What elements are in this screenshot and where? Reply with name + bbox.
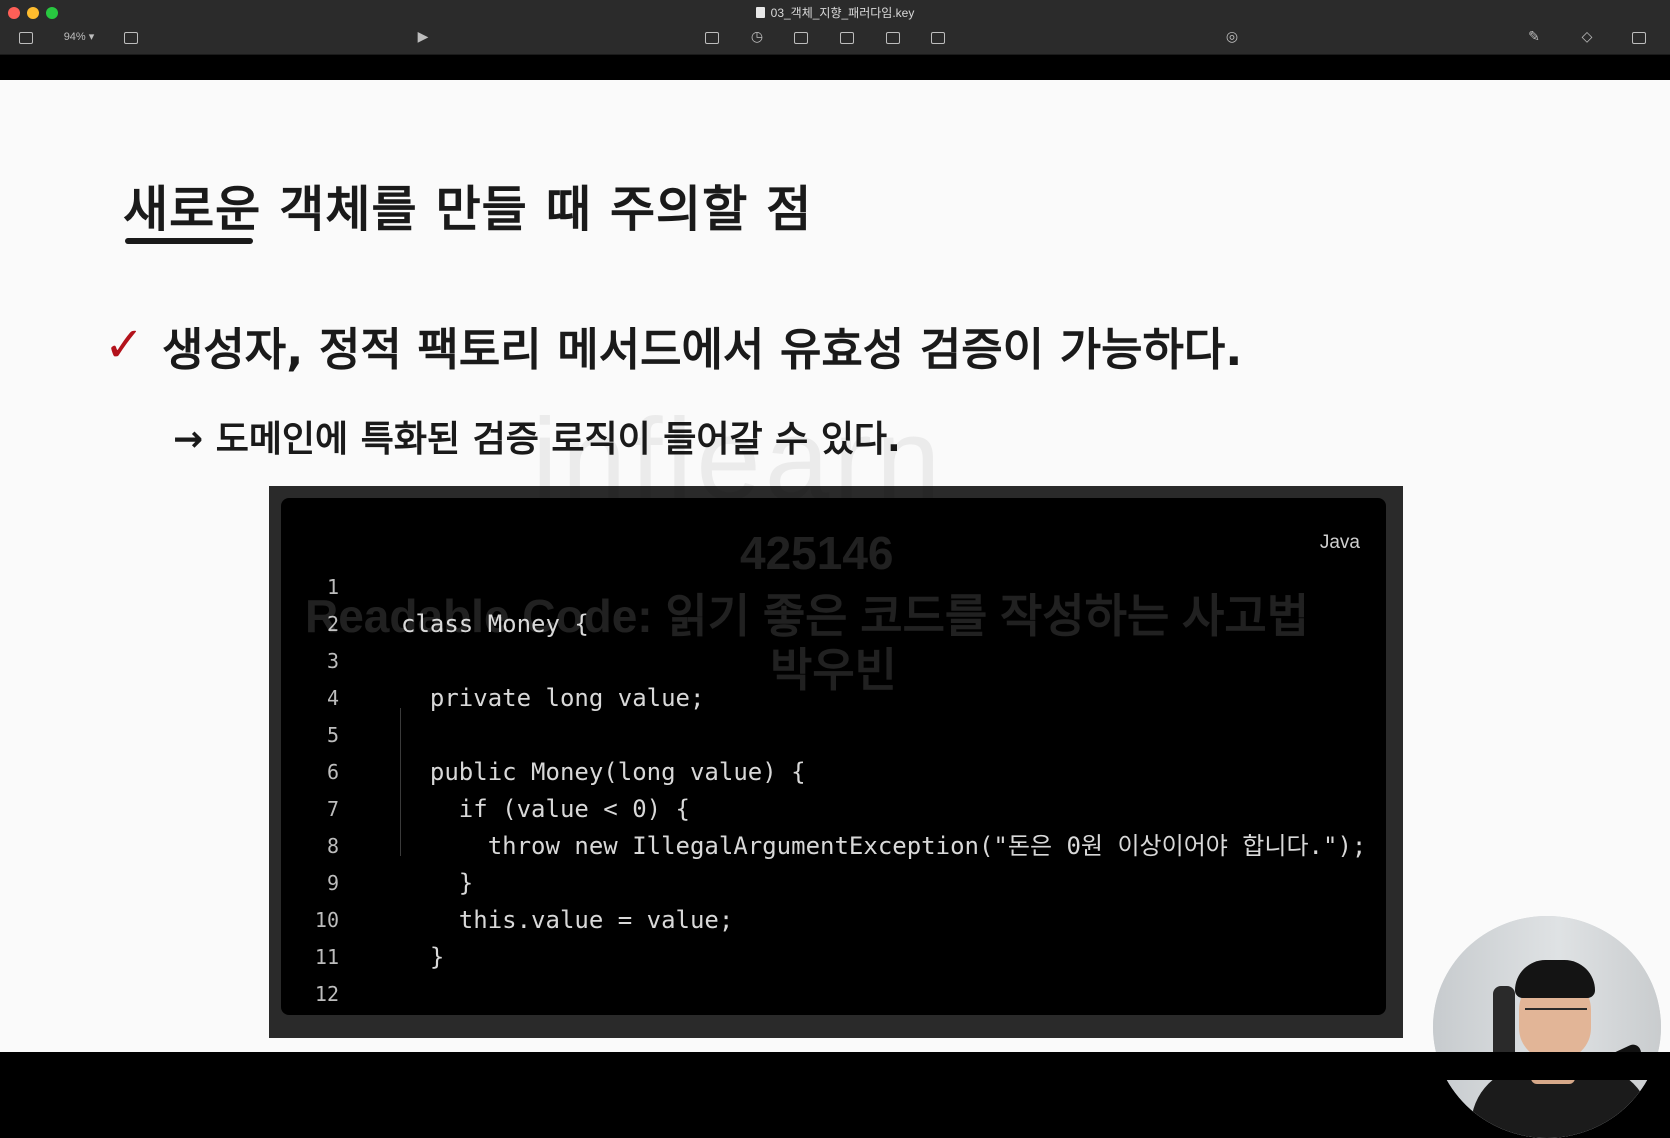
document-title-text: 03_객체_지향_패러다임.key <box>770 6 915 20</box>
chart-icon[interactable]: ◷ <box>746 28 768 46</box>
code-line: 7 throw new IllegalArgumentException("돈은… <box>281 754 1381 860</box>
document-title: 03_객체_지향_패러다임.key <box>0 4 1670 21</box>
collaborate-icon[interactable]: ◎ <box>1221 28 1243 46</box>
play-icon[interactable]: ▶ <box>412 28 434 46</box>
glasses-icon <box>1525 1008 1587 1024</box>
zoom-dropdown[interactable]: 94% ▾ <box>56 28 102 46</box>
code-line: 6 if (value < 0) { <box>281 717 1381 823</box>
check-icon: ✓ <box>104 317 145 373</box>
line-number: 12 <box>314 982 339 1006</box>
code-line: 10 } <box>281 865 1381 971</box>
code-line: 8 } <box>281 791 1381 897</box>
bottom-black-bar <box>0 1052 1670 1080</box>
sidebar-icon[interactable] <box>15 28 37 46</box>
document-icon[interactable] <box>1628 28 1650 46</box>
add-slide-icon[interactable] <box>120 28 142 46</box>
watermark-logo: inflearn <box>532 394 945 524</box>
code-line: 9 this.value = value; <box>281 828 1381 934</box>
title-underline <box>125 238 253 244</box>
slide-title: 새로운 객체를 만들 때 주의할 점 <box>123 181 813 238</box>
code-line: 11 <box>281 902 1381 969</box>
presenter-hair <box>1515 960 1595 998</box>
shape-icon[interactable] <box>836 28 858 46</box>
zoom-level: 94% <box>63 31 86 43</box>
window-titlebar: 03_객체_지향_패러다임.key 94% ▾ ▶ ◷ ◎ ✎ ◇ <box>0 0 1670 55</box>
watermark-id: 425146 <box>740 527 894 579</box>
animate-icon[interactable]: ◇ <box>1576 28 1598 46</box>
watermark-author: 박우빈 <box>770 644 897 696</box>
table-icon[interactable] <box>701 28 723 46</box>
toolbar-divider-strip <box>0 55 1670 80</box>
code-line: 12 } <box>281 939 1381 1006</box>
media-icon[interactable] <box>882 28 904 46</box>
keynote-document-icon <box>755 7 765 18</box>
text-icon[interactable] <box>790 28 812 46</box>
presenter-webcam <box>1433 916 1661 1138</box>
comment-icon[interactable] <box>927 28 949 46</box>
bullet-point: 생성자, 정적 팩토리 메서드에서 유효성 검증이 가능하다. <box>162 323 1243 376</box>
format-icon[interactable]: ✎ <box>1523 28 1545 46</box>
code-text: } <box>401 1013 415 1015</box>
